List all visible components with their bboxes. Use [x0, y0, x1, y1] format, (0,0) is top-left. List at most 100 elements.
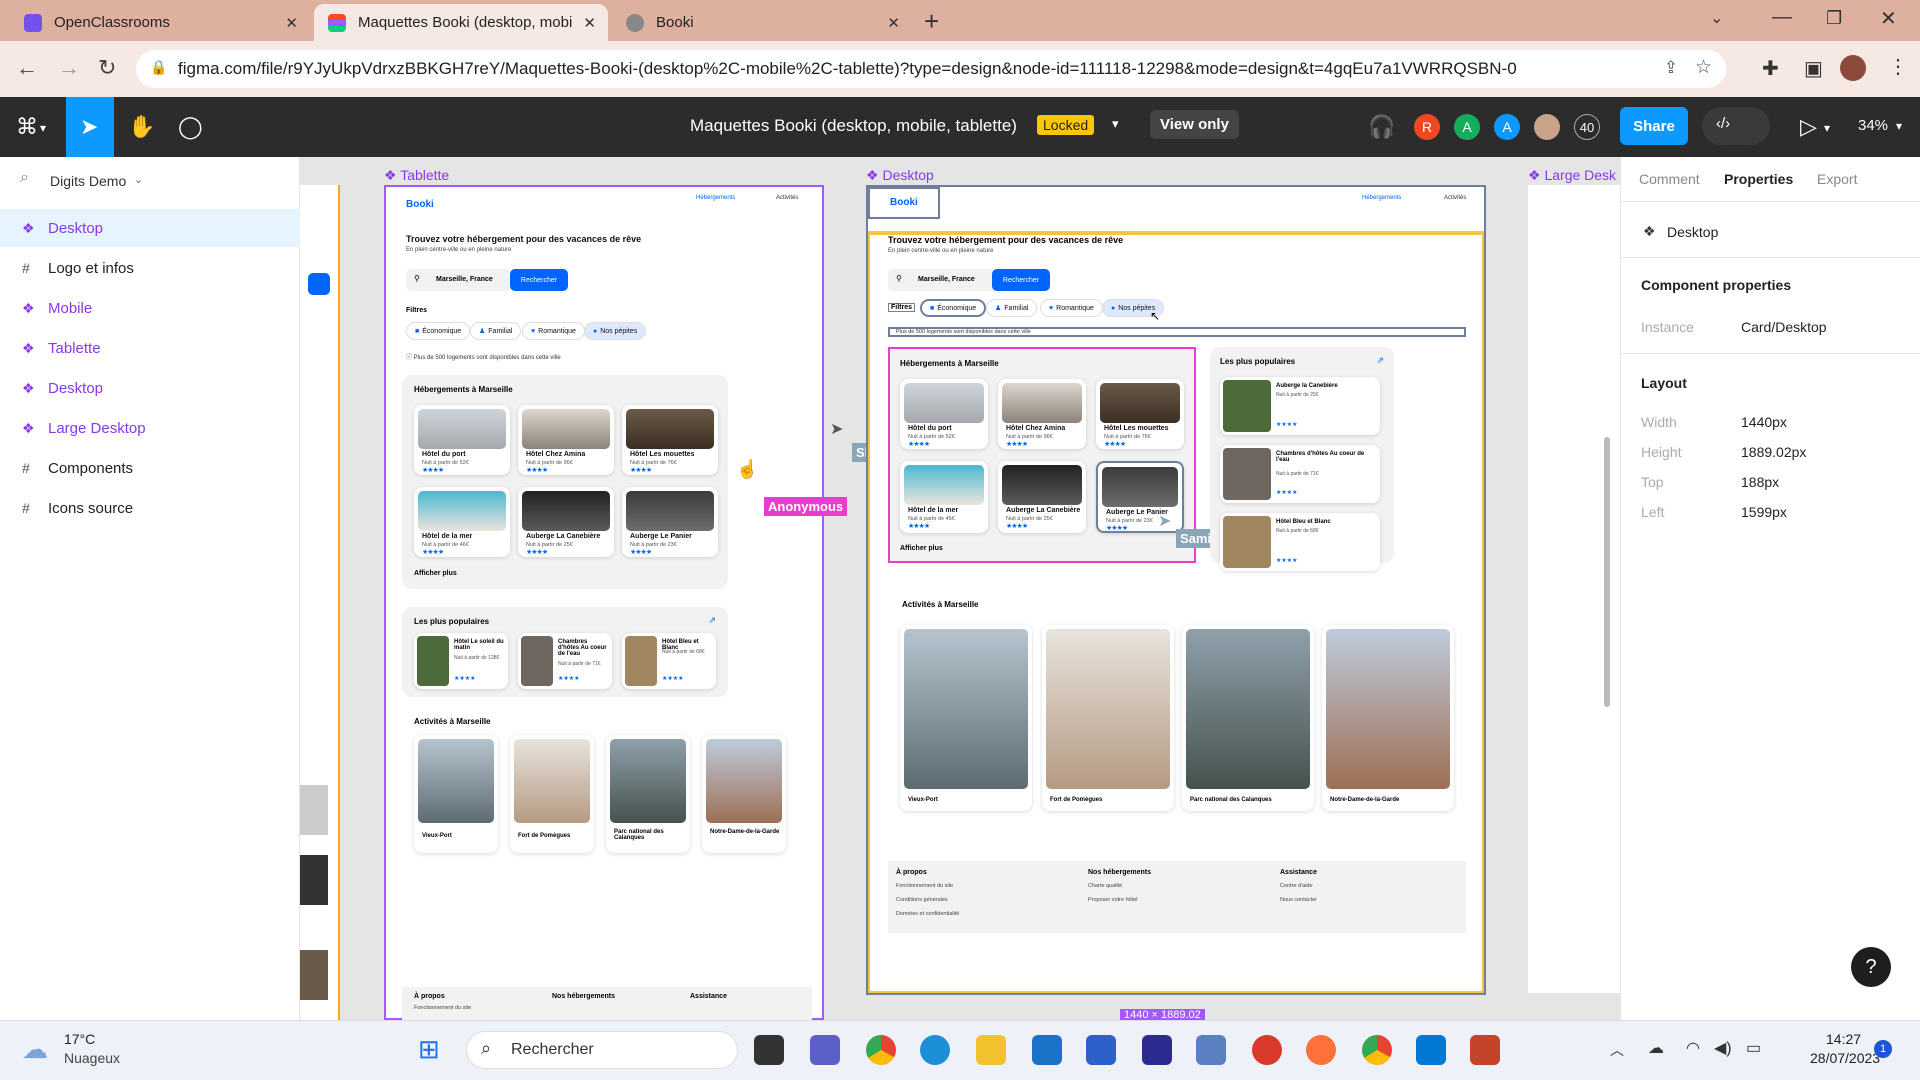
tray-chevron-icon[interactable]: ︿	[1610, 1040, 1624, 1060]
tab-comment[interactable]: Comment	[1639, 171, 1700, 187]
powerpoint-icon[interactable]	[1470, 1035, 1500, 1065]
close-tab-icon[interactable]: ✕	[887, 14, 900, 32]
extensions-icon[interactable]: ✚	[1762, 56, 1779, 81]
tab-properties[interactable]: Properties	[1724, 171, 1793, 187]
onedrive-icon[interactable]: ☁	[1648, 1038, 1664, 1058]
tab-figma[interactable]: Maquettes Booki (desktop, mobi ✕	[314, 4, 608, 41]
restore-icon[interactable]: ❐	[1826, 8, 1842, 29]
cursor-arrow-icon: ↖	[1150, 309, 1161, 323]
frame-label-tablette[interactable]: ❖ Tablette	[384, 167, 449, 184]
app-icon[interactable]	[1142, 1035, 1172, 1065]
file-title[interactable]: Maquettes Booki (desktop, mobile, tablet…	[690, 116, 1017, 136]
rating-stars: ★★★★	[454, 676, 476, 682]
wifi-icon[interactable]: ◠	[1686, 1038, 1700, 1058]
app-icon[interactable]	[1252, 1035, 1282, 1065]
instance-value[interactable]: Card/Desktop	[1741, 319, 1827, 335]
minimize-icon[interactable]: —	[1772, 6, 1792, 29]
desktop-frame[interactable]: Booki Hébergements Activités Trouvez vot…	[866, 185, 1486, 995]
chrome-menu-icon[interactable]: ⋮	[1888, 54, 1908, 79]
task-view-icon[interactable]	[754, 1035, 784, 1065]
audio-headphones-icon[interactable]: 🎧	[1368, 114, 1395, 140]
viewer-count[interactable]: 40	[1574, 114, 1600, 140]
edge-icon[interactable]	[920, 1035, 950, 1065]
width-value[interactable]: 1440px	[1741, 414, 1787, 430]
chrome-icon[interactable]	[866, 1035, 896, 1065]
app-icon[interactable]	[1196, 1035, 1226, 1065]
hotel-photo	[1102, 467, 1178, 507]
layer-item-logo-et-infos[interactable]: # Logo et infos	[0, 249, 300, 287]
avatar[interactable]: R	[1414, 114, 1440, 140]
weather-desc[interactable]: Nuageux	[64, 1050, 120, 1066]
volume-icon[interactable]: ◀)	[1714, 1038, 1732, 1058]
chevron-down-icon[interactable]: ▾	[1112, 116, 1119, 132]
hand-tool-icon[interactable]: ✋	[128, 114, 155, 140]
url-input[interactable]: 🔒 figma.com/file/r9YJyUkpVdrxzBBKGH7reY/…	[136, 50, 1726, 88]
tablette-frame[interactable]: Booki Hébergements Activités Trouvez vot…	[384, 185, 824, 1020]
new-tab-icon[interactable]: +	[924, 6, 939, 37]
battery-icon[interactable]: ▭	[1746, 1038, 1761, 1058]
vscode-icon[interactable]	[1416, 1035, 1446, 1065]
teams-icon[interactable]	[810, 1035, 840, 1065]
tab-export[interactable]: Export	[1817, 171, 1857, 187]
view-only-button[interactable]: View only	[1150, 110, 1239, 139]
layer-item-desktop-2[interactable]: ❖ Desktop	[0, 369, 300, 407]
notification-badge[interactable]: 1	[1874, 1040, 1892, 1058]
weather-temp[interactable]: 17°C	[64, 1031, 95, 1047]
windows-start-icon[interactable]: ⊞	[418, 1034, 440, 1065]
chevron-down-icon[interactable]: ⌄	[134, 173, 143, 186]
taskbar-search[interactable]: ⌕ Rechercher	[466, 1031, 738, 1069]
sidebar-icon[interactable]: ▣	[1804, 56, 1823, 81]
design-canvas[interactable]: ❖ Tablette ❖ Desktop ❖ Large Desk Booki …	[300, 157, 1620, 1020]
zoom-level[interactable]: 34%	[1858, 117, 1888, 134]
bookmark-star-icon[interactable]: ☆	[1695, 56, 1712, 79]
chevron-down-icon[interactable]: ▾	[1824, 121, 1830, 135]
profile-avatar[interactable]	[1840, 55, 1866, 81]
mobile-frame-partial[interactable]	[300, 185, 340, 1020]
forward-icon[interactable]: →	[58, 55, 80, 81]
layer-item-mobile[interactable]: ❖ Mobile	[0, 289, 300, 327]
tab-openclassrooms[interactable]: OpenClassrooms ✕	[10, 4, 310, 41]
tab-booki[interactable]: Booki ✕	[612, 4, 912, 41]
share-button[interactable]: Share	[1620, 107, 1688, 145]
reload-icon[interactable]: ↻	[98, 55, 116, 81]
page-selector[interactable]: Digits Demo	[50, 173, 126, 189]
share-page-icon[interactable]: ⇪	[1664, 58, 1678, 78]
layer-item-icons-source[interactable]: # Icons source	[0, 489, 300, 527]
avatar[interactable]	[1534, 114, 1560, 140]
close-window-icon[interactable]: ✕	[1880, 6, 1897, 31]
layer-item-tablette[interactable]: ❖ Tablette	[0, 329, 300, 367]
frame-label-large-desktop[interactable]: ❖ Large Desk	[1528, 167, 1616, 184]
weather-cloud-icon[interactable]: ☁	[22, 1034, 48, 1065]
back-icon[interactable]: ←	[16, 55, 38, 81]
close-tab-icon[interactable]: ✕	[583, 14, 596, 32]
activity-name: Parc national des Calanques	[614, 829, 664, 841]
chevron-down-icon[interactable]: ▾	[1896, 119, 1902, 133]
move-tool-icon[interactable]: ➤	[80, 114, 98, 140]
figma-main-menu-icon[interactable]: ⌘	[16, 114, 38, 140]
search-icon[interactable]: ⌕	[20, 169, 29, 187]
clock-time[interactable]: 14:27	[1826, 1031, 1861, 1047]
file-explorer-icon[interactable]	[976, 1035, 1006, 1065]
layer-item-components[interactable]: # Components	[0, 449, 300, 487]
comment-tool-icon[interactable]: ◯	[178, 114, 203, 140]
avatar[interactable]: A	[1494, 114, 1520, 140]
help-button[interactable]: ?	[1851, 947, 1891, 987]
chrome-active-icon[interactable]	[1362, 1035, 1392, 1065]
tab-search-chevron-icon[interactable]: ⌄	[1710, 8, 1723, 28]
height-value[interactable]: 1889.02px	[1741, 444, 1806, 460]
chevron-down-icon[interactable]: ▾	[40, 121, 46, 135]
clock-date[interactable]: 28/07/2023	[1810, 1050, 1880, 1066]
mail-icon[interactable]	[1032, 1035, 1062, 1065]
left-value[interactable]: 1599px	[1741, 504, 1787, 520]
close-tab-icon[interactable]: ✕	[285, 14, 298, 32]
canvas-scrollbar[interactable]	[1604, 437, 1610, 707]
present-play-icon[interactable]: ▷	[1800, 114, 1817, 140]
top-value[interactable]: 188px	[1741, 474, 1779, 490]
frame-label-desktop[interactable]: ❖ Desktop	[866, 167, 934, 184]
avatar[interactable]: A	[1454, 114, 1480, 140]
dev-mode-toggle[interactable]: ‹/›	[1702, 107, 1770, 145]
store-icon[interactable]	[1086, 1035, 1116, 1065]
firefox-icon[interactable]	[1306, 1035, 1336, 1065]
layer-item-desktop[interactable]: ❖ Desktop	[0, 209, 300, 247]
layer-item-large-desktop[interactable]: ❖ Large Desktop	[0, 409, 300, 447]
